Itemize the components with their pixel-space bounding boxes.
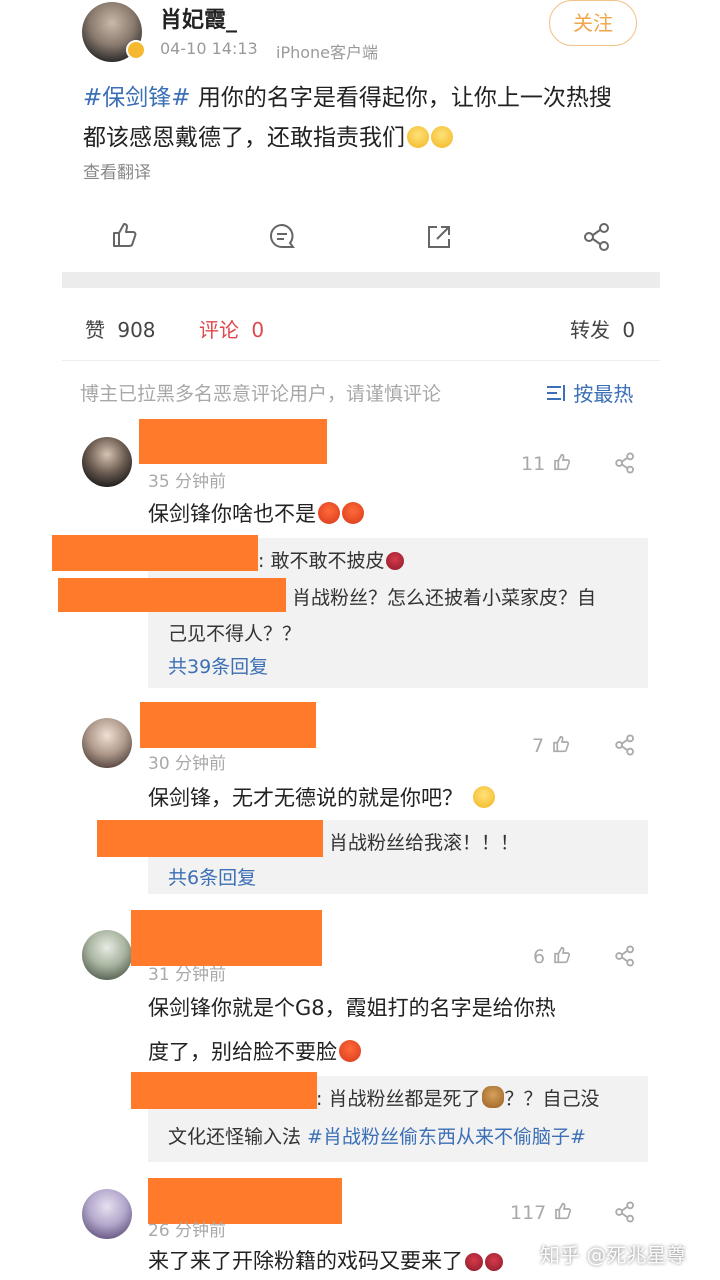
comment-share-icon[interactable] (614, 734, 636, 756)
comment-like-button[interactable]: 6 (533, 945, 571, 968)
post-source: iPhone客户端 (276, 43, 379, 62)
more-replies-link[interactable]: 共39条回复 (168, 652, 268, 679)
angry-emoji-icon (342, 502, 364, 524)
comment-icon[interactable] (267, 221, 297, 251)
smug-emoji-icon (473, 786, 495, 808)
rose-emoji-icon (386, 552, 405, 570)
stats-divider (62, 360, 660, 361)
stat-comments[interactable]: 评论 0 (199, 314, 264, 343)
follow-button[interactable]: 关注 (549, 0, 637, 46)
stat-likes[interactable]: 赞 908 (85, 314, 156, 343)
comment-like-button[interactable]: 117 (510, 1201, 572, 1224)
like-icon (554, 453, 571, 471)
reply-text[interactable]: 肖战粉丝？怎么还披着小菜家皮？自 己见不得人？？ (168, 580, 638, 652)
angry-emoji-icon (318, 502, 340, 524)
reply-text-line1: 肖战粉丝？怎么还披着小菜家皮？自 (292, 587, 597, 609)
redacted-username-block (97, 820, 323, 857)
comment-time: 30 分钟前 (148, 754, 227, 774)
comment-text-line2: 度了，别给脸不要脸 (148, 1040, 337, 1064)
reply-text-line1: : 肖战粉丝都是死了 (316, 1088, 481, 1110)
like-icon (554, 946, 571, 964)
share-icon[interactable] (582, 222, 612, 252)
comment-time: 35 分钟前 (148, 472, 227, 492)
stat-likes-count: 908 (117, 318, 156, 342)
comment-text: 保剑锋你就是个G8，霞姐打的名字是给你热 度了，别给脸不要脸 (148, 986, 648, 1074)
redacted-username-block (131, 910, 322, 966)
comment-time: 31 分钟前 (148, 965, 227, 985)
stat-reposts[interactable]: 转发 0 (570, 314, 635, 343)
horse-emoji-icon (482, 1086, 505, 1108)
commenter-avatar[interactable] (82, 1189, 132, 1239)
comment-like-count: 11 (521, 453, 546, 475)
translate-link[interactable]: 查看翻译 (83, 158, 151, 183)
redacted-username-block (52, 535, 258, 571)
comment-like-count: 117 (510, 1202, 547, 1224)
post-body-line2: 都该感恩戴德了，还敢指责我们 (83, 125, 405, 151)
comment-text: 来了来了开除粉籍的戏码又要来了 (148, 1245, 503, 1275)
comment-share-icon[interactable] (614, 945, 636, 967)
redacted-username-block (139, 419, 327, 464)
comment-share-icon[interactable] (614, 452, 636, 474)
comment-share-icon[interactable] (614, 1201, 636, 1223)
reply-text-line2: 己见不得人？？ (168, 623, 302, 645)
comment-text-content: 保剑锋，无才无德说的就是你吧？ (148, 786, 463, 810)
rose-emoji-icon (485, 1253, 503, 1271)
author-name[interactable]: 肖妃霞_ (160, 2, 237, 34)
follow-button-label: 关注 (573, 11, 613, 35)
stat-likes-label: 赞 (85, 318, 105, 342)
like-icon[interactable] (108, 220, 138, 250)
like-icon (553, 735, 570, 753)
comment-like-button[interactable]: 11 (521, 452, 571, 475)
watermark: 知乎 @死兆星尊 (540, 1243, 687, 1267)
like-icon (555, 1202, 572, 1220)
post-time: 04-10 14:13 (160, 39, 258, 58)
comment-like-count: 7 (532, 735, 545, 757)
stat-reposts-count: 0 (622, 318, 636, 342)
commenter-avatar[interactable] (82, 437, 132, 487)
smug-emoji-icon (407, 126, 429, 148)
reply-text[interactable]: : 敢不敢不披皮 (258, 546, 405, 573)
stat-comments-label: 评论 (199, 318, 239, 342)
comment-text-content: 来了来了开除粉籍的戏码又要来了 (148, 1249, 463, 1273)
post-body: #保剑锋# 用你的名字是看得起你，让你上一次热搜 都该感恩戴德了，还敢指责我们 (83, 78, 683, 158)
comment-like-count: 6 (533, 946, 546, 968)
reply-text-content: : 敢不敢不披皮 (258, 550, 385, 572)
sort-hot-button[interactable]: 按最热 (545, 378, 633, 407)
verified-badge-icon (126, 40, 146, 60)
sort-hot-label: 按最热 (573, 382, 634, 406)
stat-comments-count: 0 (251, 318, 265, 342)
commenter-avatar[interactable] (82, 930, 132, 980)
comment-time: 26 分钟前 (148, 1221, 227, 1241)
rose-emoji-icon (465, 1253, 483, 1271)
comment-text-line1: 保剑锋你就是个G8，霞姐打的名字是给你热 (148, 996, 556, 1020)
smug-emoji-icon (431, 126, 453, 148)
angry-emoji-icon (339, 1040, 361, 1062)
redacted-username-block (140, 702, 316, 748)
reply-topic-link[interactable]: #肖战粉丝偷东西从来不偷脑子# (307, 1126, 586, 1148)
comment-like-button[interactable]: 7 (532, 734, 570, 757)
repost-icon[interactable] (424, 222, 454, 252)
section-divider (62, 272, 660, 288)
reply-text-line2: 文化还怪输入法 (168, 1126, 308, 1148)
post-body-line1: 用你的名字是看得起你，让你上一次热搜 (190, 85, 612, 111)
more-replies-link[interactable]: 共6条回复 (168, 863, 256, 890)
stat-reposts-label: 转发 (570, 318, 610, 342)
reply-text[interactable]: 肖战粉丝给我滚！！！ (329, 828, 519, 855)
sort-icon (547, 385, 565, 401)
comment-text: 保剑锋，无才无德说的就是你吧？ (148, 782, 495, 812)
comment-notice: 博主已拉黑多名恶意评论用户，请谨慎评论 (80, 383, 442, 405)
reply-text-line1-rest: ？？自己没 (504, 1088, 600, 1110)
comment-text-content: 保剑锋你啥也不是 (148, 502, 316, 526)
commenter-avatar[interactable] (82, 718, 132, 768)
reply-text[interactable]: : 肖战粉丝都是死了 ？？自己没 文化还怪输入法 #肖战粉丝偷东西从来不偷脑子# (168, 1080, 638, 1156)
post-topic-link[interactable]: #保剑锋# (83, 85, 191, 111)
comment-text: 保剑锋你啥也不是 (148, 498, 364, 528)
